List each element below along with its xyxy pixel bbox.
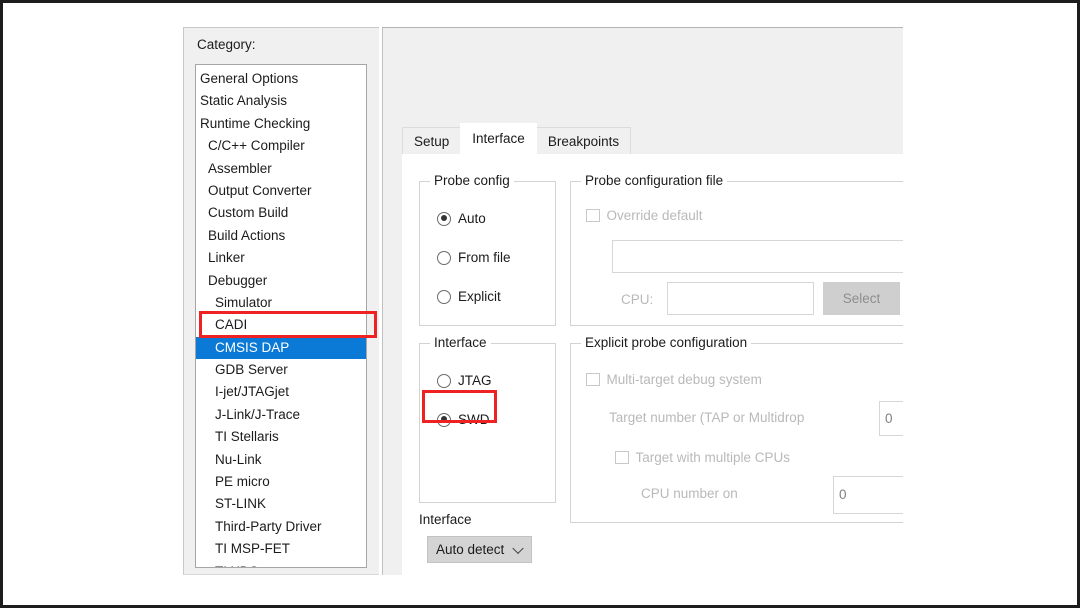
checkbox-label: Target with multiple CPUs [635,450,791,465]
category-item[interactable]: Build Actions [196,225,366,247]
probe-file-legend: Probe configuration file [581,173,728,188]
radio-probe-auto[interactable]: Auto [437,211,486,226]
category-item[interactable]: Debugger [196,270,366,292]
category-item[interactable]: J-Link/J-Trace [196,404,366,426]
cpu-number-input[interactable]: 0 [833,476,903,514]
category-item[interactable]: Nu-Link [196,449,366,471]
checkbox-label: Override default [606,208,703,223]
category-item[interactable]: General Options [196,68,366,90]
radio-label: From file [458,250,511,265]
target-number-value: 0 [885,410,893,426]
options-panel: Setup Interface Breakpoints Probe config A… [382,27,903,575]
tab-strip: Setup Interface Breakpoints [402,123,632,154]
category-item[interactable]: C/C++ Compiler [196,135,366,157]
category-item[interactable]: TI MSP-FET [196,538,366,560]
radio-label: Explicit [458,289,501,304]
screenshot-frame: Category: General Options Static Analysis… [0,0,1080,608]
probe-configuration-file-group: Probe configuration file Override defaul… [570,173,903,326]
category-item[interactable]: CMSIS DAP [196,336,366,360]
category-item[interactable]: Output Converter [196,180,366,202]
interface-tab-page: Probe config Auto From file Explicit Int… [402,154,903,575]
category-listbox[interactable]: General Options Static Analysis Runtime Ch… [195,64,367,568]
radio-indicator-icon [437,250,451,265]
radio-indicator-icon [437,373,451,388]
interface-group-legend: Interface [430,335,491,350]
interface-group: Interface JTAG SWD [419,335,556,503]
chevron-down-icon [512,542,524,554]
category-item[interactable]: Static Analysis [196,90,366,112]
category-label: Category: [197,37,256,52]
tab-breakpoints[interactable]: Breakpoints [535,127,632,154]
target-number-input[interactable]: 0 [879,401,903,436]
checkbox-target-with-multiple-cpus[interactable]: Target with multiple CPUs [615,450,790,465]
probe-config-group: Probe config Auto From file Explicit [419,173,556,326]
category-item[interactable]: PE micro [196,471,366,493]
explicit-probe-configuration-group: Explicit probe configuration Multi-targe… [570,335,903,523]
radio-interface-swd[interactable]: SWD [437,412,490,427]
radio-probe-explicit[interactable]: Explicit [437,289,501,304]
category-item[interactable]: Simulator [196,292,366,314]
tab-setup[interactable]: Setup [402,127,462,154]
radio-interface-jtag[interactable]: JTAG [437,373,492,388]
category-item[interactable]: TI XDS [196,561,366,567]
checkbox-multi-target-debug-system[interactable]: Multi-target debug system [586,372,762,387]
explicit-legend: Explicit probe configuration [581,335,752,350]
category-item[interactable]: TI Stellaris [196,426,366,448]
cpu-number-label: CPU number on [641,486,738,501]
probe-config-legend: Probe config [430,173,514,188]
probe-file-path-input[interactable] [612,240,903,273]
category-item[interactable]: GDB Server [196,359,366,381]
radio-indicator-icon [437,211,451,226]
select-button-label: Select [842,291,881,306]
checkbox-indicator-icon [586,372,600,387]
category-item[interactable]: Custom Build [196,202,366,224]
tab-interface[interactable]: Interface [460,123,537,154]
category-item[interactable]: Assembler [196,158,366,180]
interface-combo-label: Interface [419,512,472,527]
radio-indicator-icon [437,412,451,427]
radio-probe-from-file[interactable]: From file [437,250,511,265]
cpu-label: CPU: [621,292,654,307]
category-panel: Category: General Options Static Analysis… [183,27,379,575]
checkbox-label: Multi-target debug system [606,372,762,387]
category-item[interactable]: I-jet/JTAGjet [196,381,366,403]
category-item[interactable]: Linker [196,247,366,269]
interface-combo[interactable]: Auto detect [427,536,532,563]
interface-combo-value: Auto detect [436,542,505,557]
radio-label: Auto [458,211,486,226]
cpu-input[interactable] [667,282,814,315]
category-item[interactable]: CADI [196,314,366,336]
checkbox-override-default[interactable]: Override default [586,208,703,223]
radio-indicator-icon [437,289,451,304]
checkbox-indicator-icon [586,208,600,223]
radio-label: JTAG [458,373,492,388]
radio-label: SWD [458,412,490,427]
category-item[interactable]: Runtime Checking [196,113,366,135]
select-button[interactable]: Select [823,282,900,315]
checkbox-indicator-icon [615,450,629,465]
cpu-number-value: 0 [839,487,847,503]
category-item[interactable]: ST-LINK [196,493,366,515]
target-number-label: Target number (TAP or Multidrop [609,410,805,425]
category-item[interactable]: Third-Party Driver [196,516,366,538]
